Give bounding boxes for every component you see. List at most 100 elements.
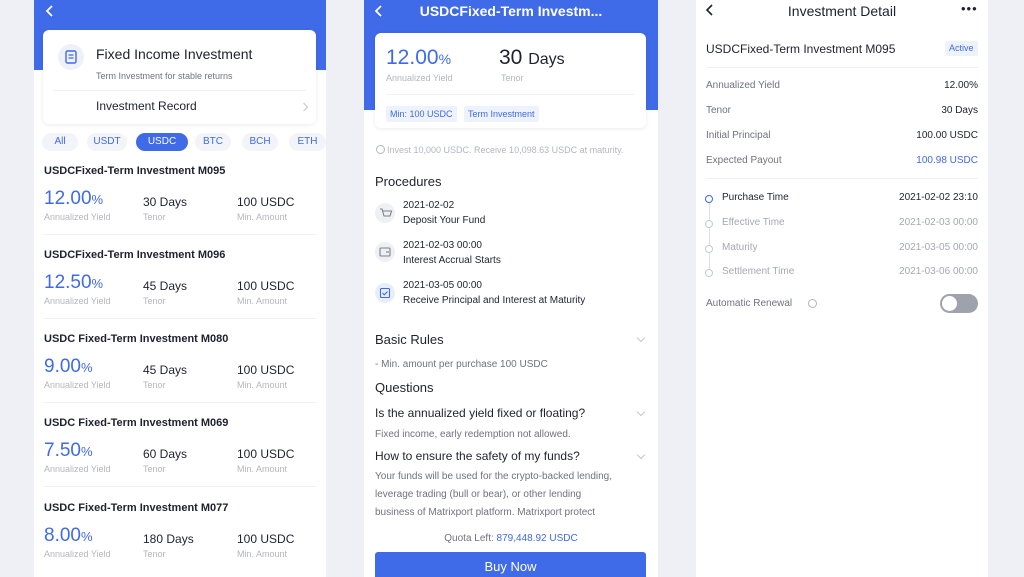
example-text: Invest 10,000 USDC. Receive 10,098.63 US… bbox=[387, 145, 624, 155]
question-toggle[interactable]: Is the annualized yield fixed or floatin… bbox=[364, 402, 658, 424]
tab-bch[interactable]: BCH bbox=[242, 133, 278, 151]
back-button[interactable] bbox=[42, 3, 58, 19]
tab-all[interactable]: All bbox=[42, 133, 78, 151]
fixed-income-card: Fixed Income Investment Term Investment … bbox=[43, 30, 316, 124]
product-min-amount: 100 USDC bbox=[237, 532, 295, 546]
min-amount-label: Min. Amount bbox=[237, 549, 288, 559]
tab-usdc[interactable]: USDC bbox=[136, 133, 188, 151]
procedure-date: 2021-03-05 00:00 bbox=[403, 280, 482, 291]
min-amount-tag: Min: 100 USDC bbox=[386, 106, 457, 122]
product-row[interactable]: USDC Fixed-Term Investment M069 7.50% An… bbox=[34, 412, 326, 488]
answer-text: Fixed income, early redemption not allow… bbox=[375, 429, 571, 440]
detail-label: Tenor bbox=[706, 105, 732, 116]
min-amount-label: Min. Amount bbox=[237, 464, 288, 474]
basic-rules-toggle[interactable]: Basic Rules bbox=[364, 328, 658, 352]
divider bbox=[44, 318, 316, 319]
document-icon bbox=[58, 44, 84, 70]
yield-label: Annualized Yield bbox=[44, 296, 111, 306]
product-min-amount: 100 USDC bbox=[237, 279, 295, 293]
investment-record-label: Investment Record bbox=[96, 99, 197, 113]
chevron-right-icon bbox=[299, 102, 309, 112]
product-tenor: 45 Days bbox=[143, 279, 188, 293]
procedure-date: 2021-02-02 bbox=[403, 200, 455, 211]
status-badge: Active bbox=[945, 41, 978, 56]
procedure-date: 2021-02-03 00:00 bbox=[403, 240, 482, 251]
product-tenor: 180 Days bbox=[143, 532, 194, 546]
calendar-check-icon bbox=[375, 283, 395, 303]
fixed-income-screen: Fixed Income Investment Term Investment … bbox=[34, 0, 326, 577]
product-row[interactable]: USDC Fixed-Term Investment M080 9.00% An… bbox=[34, 328, 326, 404]
buy-now-button[interactable]: Buy Now bbox=[375, 552, 646, 577]
info-icon[interactable] bbox=[808, 299, 817, 308]
detail-label: Annualized Yield bbox=[706, 80, 780, 91]
page-title: USDCFixed-Term Investm... bbox=[419, 3, 603, 19]
investment-record-link[interactable]: Investment Record bbox=[43, 92, 316, 122]
tenor-label: Tenor bbox=[143, 549, 166, 559]
detail-value: 100.00 USDC bbox=[916, 130, 978, 141]
investment-detail-screen: Investment Detail ••• USDCFixed-Term Inv… bbox=[696, 0, 988, 577]
tenor-value: 30 Days bbox=[499, 46, 565, 69]
cart-icon bbox=[375, 203, 395, 223]
timeline-label: Effective Time bbox=[722, 217, 785, 228]
question-text: How to ensure the safety of my funds? bbox=[375, 449, 580, 463]
info-icon bbox=[376, 145, 385, 154]
chevron-down-icon bbox=[636, 450, 646, 460]
timeline-dot bbox=[705, 269, 713, 277]
automatic-renewal-toggle[interactable] bbox=[940, 294, 978, 313]
term-investment-tag: Term Investment bbox=[464, 106, 539, 122]
min-amount-label: Min. Amount bbox=[237, 380, 288, 390]
timeline-dot bbox=[705, 245, 713, 253]
timeline-label: Settlement Time bbox=[722, 266, 795, 277]
yield-label: Annualized Yield bbox=[44, 212, 111, 222]
answer-text: Your funds will be used for the crypto-b… bbox=[375, 471, 612, 482]
more-options-icon[interactable]: ••• bbox=[961, 1, 978, 16]
card-title: Fixed Income Investment bbox=[96, 46, 253, 62]
wallet-icon bbox=[375, 242, 395, 262]
quota-left: Quota Left: 879,448.92 USDC bbox=[444, 533, 578, 544]
answer-text: leverage trading (bull or bear), or othe… bbox=[375, 489, 582, 500]
divider bbox=[706, 67, 978, 68]
product-row[interactable]: USDCFixed-Term Investment M095 12.00% An… bbox=[34, 160, 326, 236]
product-title: USDCFixed-Term Investment M096 bbox=[44, 249, 226, 261]
product-tenor: 45 Days bbox=[143, 363, 188, 377]
product-row[interactable]: USDCFixed-Term Investment M096 12.50% An… bbox=[34, 244, 326, 320]
tenor-label: Tenor bbox=[143, 296, 166, 306]
min-amount-label: Min. Amount bbox=[237, 212, 288, 222]
detail-value: 12.00% bbox=[944, 80, 978, 91]
timeline-dot-active bbox=[705, 195, 713, 203]
product-min-amount: 100 USDC bbox=[237, 447, 295, 461]
questions-title: Questions bbox=[375, 380, 434, 395]
divider bbox=[53, 90, 306, 91]
yield-label: Annualized Yield bbox=[44, 549, 111, 559]
question-toggle[interactable]: How to ensure the safety of my funds? bbox=[364, 445, 658, 467]
page-title: Investment Detail bbox=[787, 3, 897, 19]
product-title: USDC Fixed-Term Investment M077 bbox=[44, 502, 229, 514]
chevron-down-icon bbox=[636, 333, 646, 343]
min-amount-label: Min. Amount bbox=[237, 296, 288, 306]
chevron-left-icon bbox=[45, 5, 53, 17]
basic-rules-title: Basic Rules bbox=[375, 332, 444, 347]
product-yield: 12.50% bbox=[44, 272, 104, 293]
tab-btc[interactable]: BTC bbox=[195, 133, 231, 151]
timeline-value: 2021-02-03 00:00 bbox=[899, 217, 978, 228]
yield-label: Annualized Yield bbox=[44, 380, 111, 390]
timeline-label: Maturity bbox=[722, 242, 758, 253]
product-detail-screen: USDCFixed-Term Investm... 12.00% Annuali… bbox=[364, 0, 658, 577]
question-text: Is the annualized yield fixed or floatin… bbox=[375, 406, 586, 420]
tenor-label: Tenor bbox=[143, 212, 166, 222]
detail-label: Initial Principal bbox=[706, 130, 771, 141]
product-min-amount: 100 USDC bbox=[237, 195, 295, 209]
divider bbox=[44, 402, 316, 403]
tab-eth[interactable]: ETH bbox=[289, 133, 326, 151]
product-title: USDC Fixed-Term Investment M069 bbox=[44, 417, 229, 429]
product-row[interactable]: USDC Fixed-Term Investment M077 8.00% An… bbox=[34, 497, 326, 573]
divider bbox=[44, 234, 316, 235]
product-yield: 9.00% bbox=[44, 356, 93, 377]
divider bbox=[44, 486, 316, 487]
tab-usdt[interactable]: USDT bbox=[87, 133, 127, 151]
card-subtitle: Term Investment for stable returns bbox=[96, 71, 233, 81]
product-title: USDC Fixed-Term Investment M080 bbox=[44, 333, 229, 345]
procedures-title: Procedures bbox=[375, 174, 442, 189]
summary-card: 12.00% Annualized Yield 30 Days Tenor Mi… bbox=[375, 33, 646, 128]
detail-label: Expected Payout bbox=[706, 155, 782, 166]
